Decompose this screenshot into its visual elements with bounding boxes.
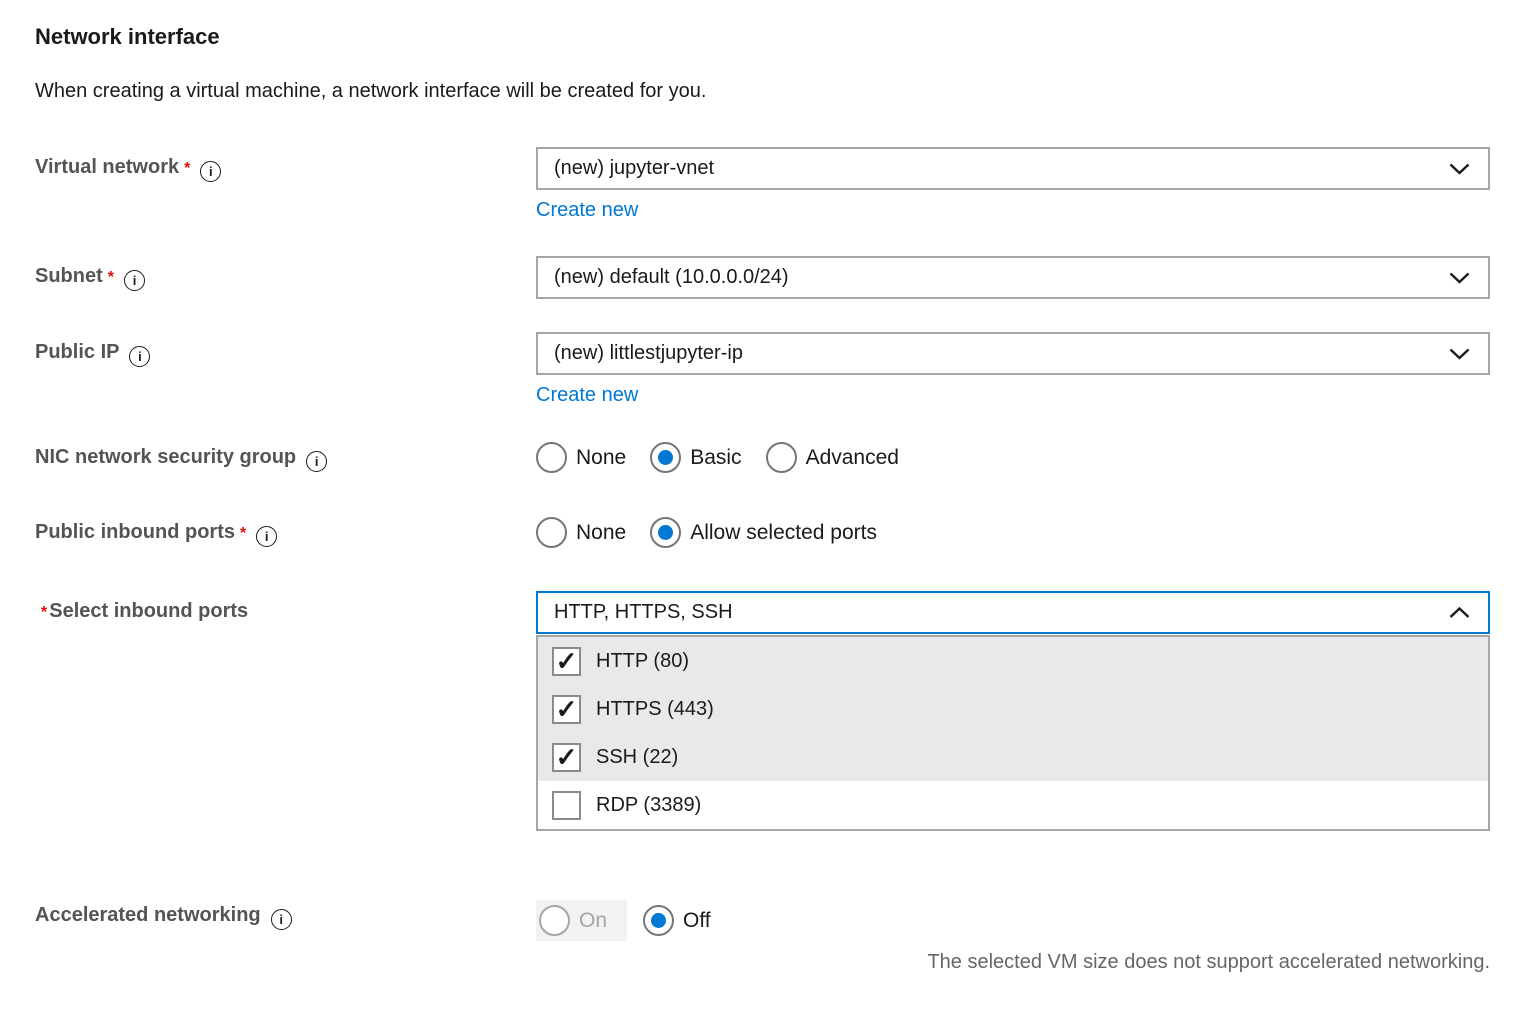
select-inbound-ports-value: HTTP, HTTPS, SSH: [554, 601, 733, 624]
checkbox-unchecked-icon[interactable]: [552, 791, 581, 820]
info-icon[interactable]: i: [124, 270, 145, 291]
radio-inbound-none[interactable]: None: [536, 517, 626, 548]
radio-disabled-icon: [539, 905, 570, 936]
radio-inbound-allow-selected[interactable]: Allow selected ports: [650, 517, 877, 548]
nic-nsg-radio-group: None Basic Advanced: [536, 442, 1490, 473]
inbound-ports-option-list: ✓ HTTP (80) ✓ HTTPS (443) ✓ SSH (22) RDP…: [536, 635, 1490, 831]
radio-label: Allow selected ports: [690, 521, 877, 545]
select-inbound-ports-label-wrap: *Select inbound ports: [35, 591, 536, 623]
radio-nic-nsg-none[interactable]: None: [536, 442, 626, 473]
option-https-443[interactable]: ✓ HTTPS (443): [538, 685, 1488, 733]
public-ip-control: (new) littlestjupyter-ip Create new: [536, 332, 1490, 407]
required-asterisk: *: [184, 160, 190, 177]
radio-icon: [536, 517, 567, 548]
radio-nic-nsg-basic[interactable]: Basic: [650, 442, 741, 473]
accelerated-networking-control: On Off The selected VM size does not sup…: [536, 900, 1490, 974]
subnet-label-wrap: Subnet * i: [35, 256, 536, 291]
section-title: Network interface: [35, 24, 1490, 50]
public-ip-value: (new) littlestjupyter-ip: [554, 342, 743, 365]
section-description: When creating a virtual machine, a netwo…: [35, 80, 1490, 103]
radio-nic-nsg-advanced[interactable]: Advanced: [766, 442, 899, 473]
subnet-label: Subnet: [35, 265, 103, 287]
nic-nsg-row: NIC network security group i None Basic A…: [35, 442, 1490, 473]
public-inbound-ports-label-wrap: Public inbound ports * i: [35, 517, 536, 547]
chevron-down-icon: [1449, 348, 1470, 360]
public-ip-label: Public IP: [35, 341, 119, 363]
radio-selected-icon: [643, 905, 674, 936]
chevron-down-icon: [1449, 272, 1470, 284]
option-http-80[interactable]: ✓ HTTP (80): [538, 637, 1488, 685]
public-ip-dropdown[interactable]: (new) littlestjupyter-ip: [536, 332, 1490, 375]
option-rdp-3389[interactable]: RDP (3389): [538, 781, 1488, 829]
nic-nsg-label: NIC network security group: [35, 446, 296, 468]
radio-label: Off: [683, 909, 711, 933]
option-label: HTTP (80): [596, 650, 689, 673]
public-inbound-ports-radio-group: None Allow selected ports: [536, 517, 1490, 548]
select-inbound-ports-label: Select inbound ports: [49, 600, 248, 622]
radio-accel-on: On: [536, 900, 627, 941]
create-new-vnet-link[interactable]: Create new: [536, 199, 638, 222]
radio-icon: [766, 442, 797, 473]
accelerated-networking-radio-group: On Off: [536, 900, 1490, 941]
option-ssh-22[interactable]: ✓ SSH (22): [538, 733, 1488, 781]
create-new-public-ip-link[interactable]: Create new: [536, 384, 638, 407]
accelerated-networking-label: Accelerated networking: [35, 904, 261, 926]
radio-label: Basic: [690, 446, 741, 470]
subnet-dropdown[interactable]: (new) default (10.0.0.0/24): [536, 256, 1490, 299]
radio-selected-icon: [650, 442, 681, 473]
radio-accel-off[interactable]: Off: [643, 905, 711, 936]
radio-label: None: [576, 521, 626, 545]
virtual-network-label-wrap: Virtual network * i: [35, 147, 536, 182]
public-inbound-ports-row: Public inbound ports * i None Allow select…: [35, 517, 1490, 548]
nic-nsg-label-wrap: NIC network security group i: [35, 442, 536, 472]
virtual-network-row: Virtual network * i (new) jupyter-vnet Cre…: [35, 147, 1490, 222]
option-label: SSH (22): [596, 746, 678, 769]
select-inbound-ports-row: *Select inbound ports HTTP, HTTPS, SSH ✓…: [35, 591, 1490, 831]
required-asterisk: *: [41, 604, 47, 621]
subnet-value: (new) default (10.0.0.0/24): [554, 266, 789, 289]
public-ip-label-wrap: Public IP i: [35, 332, 536, 367]
radio-icon: [536, 442, 567, 473]
option-label: HTTPS (443): [596, 698, 714, 721]
info-icon[interactable]: i: [200, 161, 221, 182]
radio-label: On: [579, 909, 607, 933]
required-asterisk: *: [108, 269, 114, 286]
public-ip-row: Public IP i (new) littlestjupyter-ip Crea…: [35, 332, 1490, 407]
accelerated-networking-note: The selected VM size does not support ac…: [536, 951, 1490, 974]
radio-label: None: [576, 446, 626, 470]
info-icon[interactable]: i: [129, 346, 150, 367]
info-icon[interactable]: i: [256, 526, 277, 547]
virtual-network-label: Virtual network: [35, 156, 179, 178]
subnet-control: (new) default (10.0.0.0/24): [536, 256, 1490, 299]
chevron-up-icon: [1449, 607, 1470, 619]
option-label: RDP (3389): [596, 794, 701, 817]
public-inbound-ports-label: Public inbound ports: [35, 521, 235, 543]
required-asterisk: *: [240, 525, 246, 542]
virtual-network-dropdown[interactable]: (new) jupyter-vnet: [536, 147, 1490, 190]
checkbox-checked-icon[interactable]: ✓: [552, 695, 581, 724]
chevron-down-icon: [1449, 163, 1470, 175]
radio-selected-icon: [650, 517, 681, 548]
radio-label: Advanced: [806, 446, 899, 470]
accelerated-networking-label-wrap: Accelerated networking i: [35, 900, 536, 930]
checkbox-checked-icon[interactable]: ✓: [552, 647, 581, 676]
checkbox-checked-icon[interactable]: ✓: [552, 743, 581, 772]
virtual-network-value: (new) jupyter-vnet: [554, 157, 714, 180]
select-inbound-ports-control: HTTP, HTTPS, SSH ✓ HTTP (80) ✓ HTTPS (44…: [536, 591, 1490, 831]
select-inbound-ports-dropdown[interactable]: HTTP, HTTPS, SSH: [536, 591, 1490, 634]
network-interface-section: Network interface When creating a virtua…: [0, 0, 1532, 1024]
virtual-network-control: (new) jupyter-vnet Create new: [536, 147, 1490, 222]
subnet-row: Subnet * i (new) default (10.0.0.0/24): [35, 256, 1490, 299]
info-icon[interactable]: i: [306, 451, 327, 472]
info-icon[interactable]: i: [271, 909, 292, 930]
accelerated-networking-row: Accelerated networking i On Off The selec…: [35, 900, 1490, 974]
